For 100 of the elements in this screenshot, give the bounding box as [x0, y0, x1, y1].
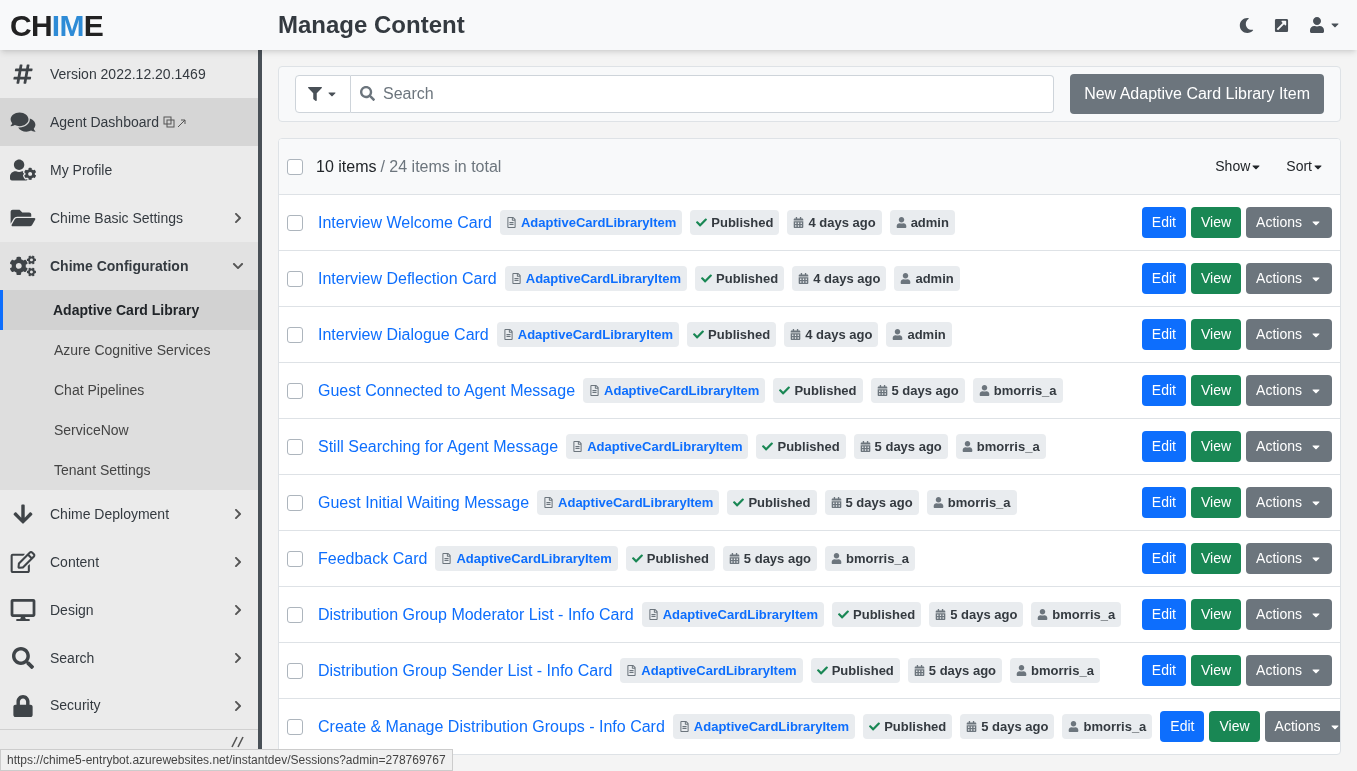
- check-icon: [816, 665, 828, 676]
- owner-tag: bmorris_a: [972, 377, 1063, 404]
- actions-button[interactable]: Actions: [1246, 655, 1332, 686]
- checkbox[interactable]: [287, 662, 303, 679]
- checkbox[interactable]: [287, 606, 303, 623]
- view-button[interactable]: View: [1191, 655, 1242, 686]
- search-field[interactable]: Search: [351, 75, 1055, 113]
- view-button[interactable]: View: [1191, 543, 1242, 574]
- item-title-link[interactable]: Interview Welcome Card: [318, 210, 492, 235]
- actions-button[interactable]: Actions: [1246, 431, 1332, 462]
- search-icon: [360, 86, 375, 101]
- checkbox[interactable]: [287, 270, 303, 287]
- moon-icon[interactable]: [1239, 17, 1254, 33]
- view-button[interactable]: View: [1191, 487, 1242, 518]
- view-button[interactable]: View: [1191, 263, 1242, 294]
- owner-tag: admin: [886, 321, 952, 348]
- view-button[interactable]: View: [1191, 431, 1242, 462]
- sidebar-item[interactable]: My Profile: [0, 146, 258, 194]
- document-icon: [626, 665, 638, 676]
- owner-tag: bmorris_a: [1031, 601, 1122, 628]
- actions-button[interactable]: Actions: [1246, 543, 1332, 574]
- actions-button[interactable]: Actions: [1264, 711, 1340, 742]
- actions-button[interactable]: Actions: [1246, 263, 1332, 294]
- sidebar-item[interactable]: Chime Basic Settings: [0, 194, 258, 242]
- filter-button[interactable]: [295, 75, 351, 113]
- calendar-icon: [798, 273, 810, 284]
- checkbox[interactable]: [287, 382, 303, 399]
- calendar-icon: [790, 329, 802, 340]
- hash-icon: [10, 63, 36, 85]
- item-title-link[interactable]: Distribution Group Sender List - Info Card: [318, 658, 613, 683]
- collapse-icon[interactable]: [230, 736, 246, 748]
- checkbox[interactable]: [287, 550, 303, 567]
- view-button[interactable]: View: [1191, 599, 1242, 630]
- edit-button[interactable]: Edit: [1141, 263, 1186, 294]
- sidebar-item[interactable]: Security: [0, 682, 258, 730]
- check-icon: [701, 273, 713, 284]
- actions-button[interactable]: Actions: [1246, 207, 1332, 238]
- checkbox[interactable]: [287, 494, 303, 511]
- sidebar-item[interactable]: Chime Deployment: [0, 490, 258, 538]
- logo[interactable]: CHIME: [10, 8, 103, 42]
- user-menu[interactable]: [1309, 17, 1341, 33]
- user-icon: [895, 217, 907, 228]
- view-button[interactable]: View: [1209, 711, 1260, 742]
- item-title-link[interactable]: Interview Deflection Card: [318, 266, 497, 291]
- checkbox[interactable]: [287, 214, 303, 231]
- view-button[interactable]: View: [1191, 207, 1242, 238]
- date-tag: 5 days ago: [722, 545, 818, 572]
- new-item-button[interactable]: New Adaptive Card Library Item: [1070, 74, 1324, 114]
- actions-button[interactable]: Actions: [1246, 375, 1332, 406]
- sort-dropdown[interactable]: Sort: [1286, 156, 1324, 177]
- document-icon: [510, 273, 522, 284]
- owner-tag: admin: [894, 265, 960, 292]
- checkbox[interactable]: [287, 438, 303, 455]
- calendar-icon: [793, 217, 805, 228]
- item-title-link[interactable]: Create & Manage Distribution Groups - Info Card: [318, 714, 665, 739]
- item-title-link[interactable]: Interview Dialogue Card: [318, 322, 489, 347]
- actions-button[interactable]: Actions: [1246, 487, 1332, 518]
- sidebar-item[interactable]: Version 2022.12.20.1469: [0, 50, 258, 98]
- sidebar-subitem[interactable]: Tenant Settings: [0, 450, 258, 490]
- edit-button[interactable]: Edit: [1141, 319, 1186, 350]
- view-button[interactable]: View: [1191, 319, 1242, 350]
- edit-button[interactable]: Edit: [1141, 599, 1186, 630]
- item-title-link[interactable]: Distribution Group Moderator List - Info Card: [318, 602, 634, 627]
- edit-button[interactable]: Edit: [1160, 711, 1205, 742]
- show-dropdown[interactable]: Show: [1215, 156, 1263, 177]
- edit-button[interactable]: Edit: [1141, 487, 1186, 518]
- edit-button[interactable]: Edit: [1141, 543, 1186, 574]
- sidebar-item[interactable]: Design: [0, 586, 258, 634]
- sidebar-item[interactable]: Chime Configuration: [0, 242, 258, 290]
- user-icon: [1037, 609, 1049, 620]
- date-tag: 5 days ago: [870, 377, 965, 404]
- edit-button[interactable]: Edit: [1141, 655, 1186, 686]
- item-title-link[interactable]: Still Searching for Agent Message: [318, 434, 559, 459]
- item-title-link[interactable]: Guest Initial Waiting Message: [318, 490, 530, 515]
- item-title-link[interactable]: Guest Connected to Agent Message: [318, 378, 576, 403]
- item-count: 10 items: [316, 156, 377, 177]
- date-tag: 5 days ago: [853, 433, 948, 460]
- external-link-icon[interactable]: [1274, 17, 1289, 33]
- edit-button[interactable]: Edit: [1141, 375, 1186, 406]
- actions-button[interactable]: Actions: [1246, 319, 1332, 350]
- item-title-link[interactable]: Feedback Card: [318, 546, 428, 571]
- view-button[interactable]: View: [1191, 375, 1242, 406]
- checkbox[interactable]: [287, 718, 303, 735]
- sidebar-item[interactable]: Content: [0, 538, 258, 586]
- chevron-right-icon: [232, 556, 244, 568]
- checkbox[interactable]: [287, 326, 303, 343]
- sidebar-subitem[interactable]: ServiceNow: [0, 410, 258, 450]
- sidebar-subitem[interactable]: Adaptive Card Library: [0, 290, 258, 330]
- calendar-icon: [830, 497, 842, 508]
- edit-button[interactable]: Edit: [1141, 431, 1186, 462]
- type-tag: AdaptiveCardLibraryItem: [496, 321, 680, 348]
- user-icon: [1309, 17, 1325, 33]
- checkbox[interactable]: [287, 158, 303, 175]
- sidebar-item[interactable]: Agent Dashboard: [0, 98, 258, 146]
- sidebar-subitem[interactable]: Azure Cognitive Services: [0, 330, 258, 370]
- sidebar-subitem[interactable]: Chat Pipelines: [0, 370, 258, 410]
- actions-button[interactable]: Actions: [1246, 599, 1332, 630]
- sidebar-item[interactable]: Search: [0, 634, 258, 682]
- edit-button[interactable]: Edit: [1141, 207, 1186, 238]
- check-icon: [869, 721, 881, 732]
